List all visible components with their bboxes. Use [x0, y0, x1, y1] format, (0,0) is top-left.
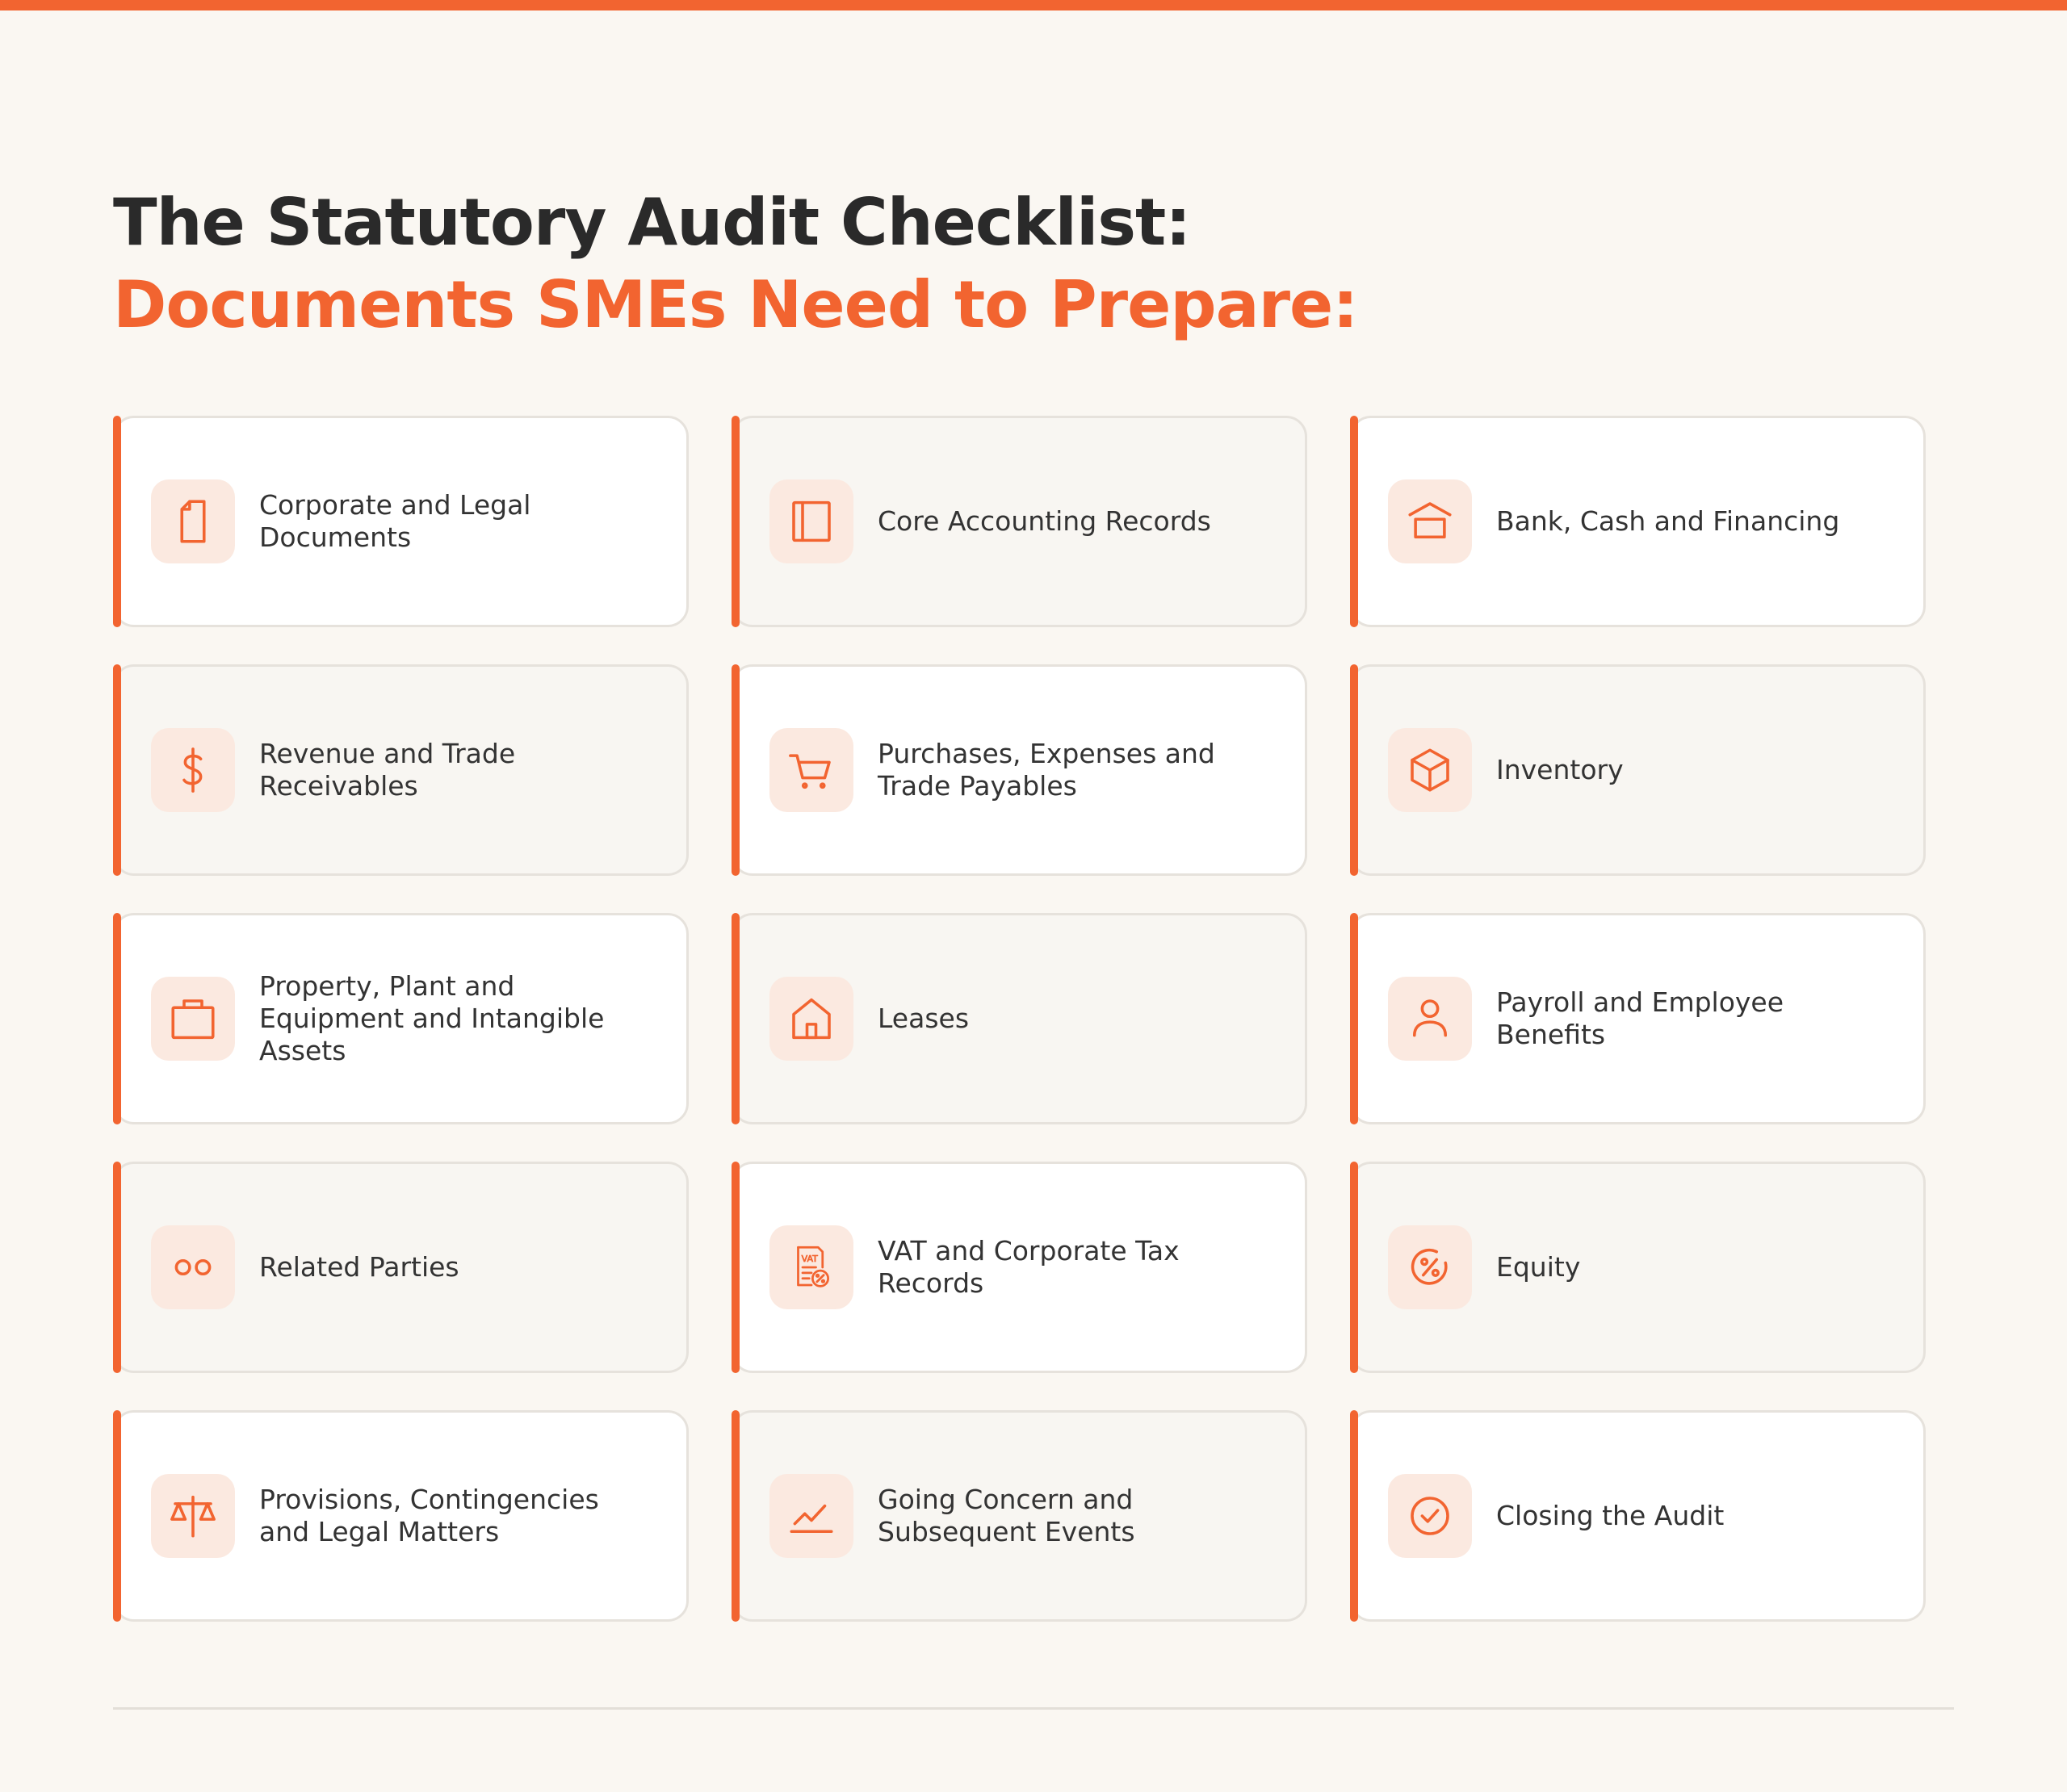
card-equity: Equity [1350, 1162, 1926, 1373]
page-title: The Statutory Audit Checklist: Documents… [113, 182, 1358, 346]
card-label: Inventory [1496, 754, 1624, 785]
briefcase-icon [151, 977, 235, 1061]
card-going-concern: Going Concern and Subsequent Events [732, 1410, 1307, 1622]
card-label: Corporate and Legal Documents [259, 489, 531, 553]
card-label: Equity [1496, 1251, 1581, 1283]
card-label: Purchases, Expenses and Trade Payables [878, 738, 1215, 802]
card-label: Closing the Audit [1496, 1500, 1725, 1531]
svg-text:VAT: VAT [802, 1254, 818, 1264]
card-revenue-receivables: Revenue and Trade Receivables [113, 664, 689, 876]
card-vat-tax: VAT VAT and Corporate Tax Records [732, 1162, 1307, 1373]
card-label: Property, Plant and Equipment and Intang… [259, 970, 605, 1066]
card-label: Provisions, Contingencies and Legal Matt… [259, 1484, 599, 1547]
title-line-1: The Statutory Audit Checklist: [113, 185, 1191, 260]
house-icon [769, 977, 853, 1061]
card-accent-bar [113, 1162, 121, 1373]
card-label: Core Accounting Records [878, 505, 1211, 537]
card-related-parties: Related Parties [113, 1162, 689, 1373]
card-accent-bar [1350, 1410, 1358, 1622]
shopping-cart-icon [769, 728, 853, 812]
card-accent-bar [732, 416, 740, 627]
ledger-book-icon [769, 479, 853, 563]
card-corporate-legal: Corporate and Legal Documents [113, 416, 689, 627]
check-circle-icon [1388, 1474, 1472, 1558]
card-accent-bar [113, 913, 121, 1124]
card-inventory: Inventory [1350, 664, 1926, 876]
card-accent-bar [732, 664, 740, 876]
trend-chart-icon [769, 1474, 853, 1558]
card-accent-bar [1350, 913, 1358, 1124]
user-icon [1388, 977, 1472, 1061]
card-accent-bar [1350, 1162, 1358, 1373]
card-label: Bank, Cash and Financing [1496, 505, 1840, 537]
card-label: VAT and Corporate Tax Records [878, 1235, 1180, 1299]
bank-icon [1388, 479, 1472, 563]
card-accent-bar [732, 913, 740, 1124]
vat-document-icon: VAT [769, 1225, 853, 1309]
card-label: Going Concern and Subsequent Events [878, 1484, 1135, 1547]
card-label: Related Parties [259, 1251, 459, 1283]
card-provisions-legal: Provisions, Contingencies and Legal Matt… [113, 1410, 689, 1622]
scales-icon [151, 1474, 235, 1558]
checklist-grid: Corporate and Legal Documents Core Accou… [113, 416, 1926, 1622]
card-label: Leases [878, 1003, 970, 1034]
percent-circle-icon [1388, 1225, 1472, 1309]
card-accent-bar [732, 1162, 740, 1373]
card-leases: Leases [732, 913, 1307, 1124]
title-line-2: Documents SMEs Need to Prepare: [113, 267, 1358, 342]
card-bank-cash: Bank, Cash and Financing [1350, 416, 1926, 627]
linked-circles-icon [151, 1225, 235, 1309]
card-label: Revenue and Trade Receivables [259, 738, 516, 802]
card-accent-bar [1350, 664, 1358, 876]
card-purchases-payables: Purchases, Expenses and Trade Payables [732, 664, 1307, 876]
document-icon [151, 479, 235, 563]
card-label: Payroll and Employee Benefits [1496, 986, 1784, 1050]
bottom-divider [113, 1707, 1954, 1710]
box-icon [1388, 728, 1472, 812]
top-accent-bar [0, 0, 2067, 10]
dollar-icon [151, 728, 235, 812]
card-core-accounting: Core Accounting Records [732, 416, 1307, 627]
card-accent-bar [1350, 416, 1358, 627]
card-payroll-benefits: Payroll and Employee Benefits [1350, 913, 1926, 1124]
card-accent-bar [113, 1410, 121, 1622]
card-closing-audit: Closing the Audit [1350, 1410, 1926, 1622]
card-accent-bar [113, 664, 121, 876]
card-accent-bar [732, 1410, 740, 1622]
card-ppe-intangibles: Property, Plant and Equipment and Intang… [113, 913, 689, 1124]
card-accent-bar [113, 416, 121, 627]
